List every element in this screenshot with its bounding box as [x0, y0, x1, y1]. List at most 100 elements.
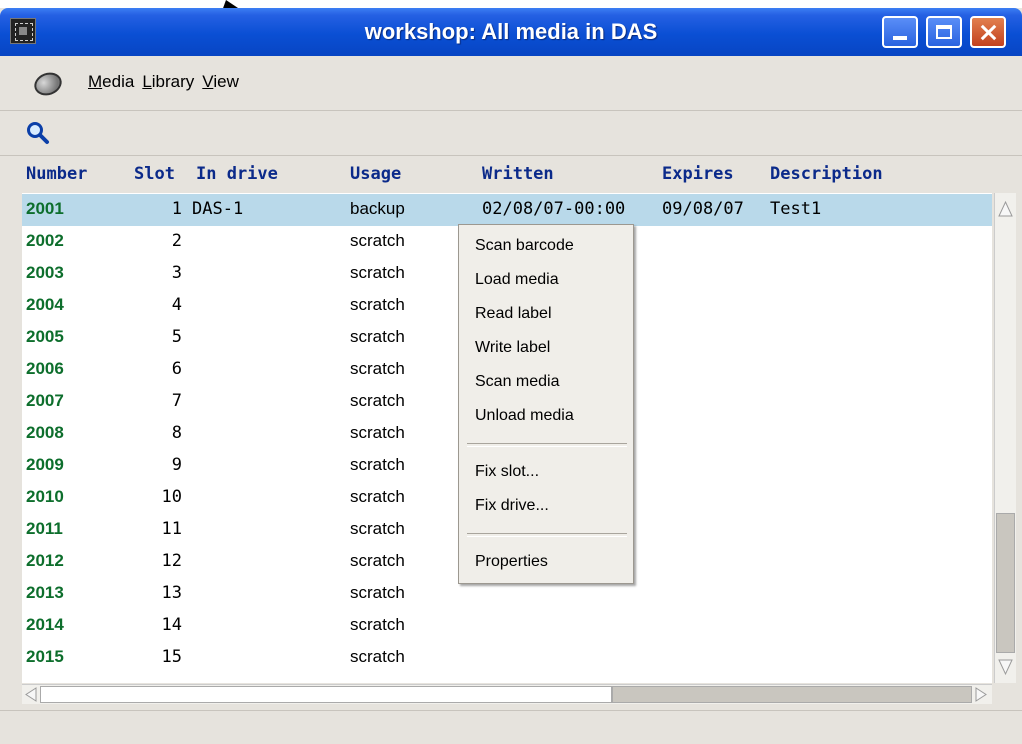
context-menu: Scan barcode Load media Read label Write la…	[458, 224, 634, 584]
context-menu-item[interactable]: Properties	[475, 553, 548, 571]
cell-number: 2005	[26, 327, 64, 346]
cell-usage: scratch	[350, 359, 405, 378]
column-header-description[interactable]: Description	[770, 164, 883, 184]
app-logo-icon	[31, 68, 65, 100]
cell-number: 2001	[26, 199, 64, 218]
context-menu-separator	[467, 443, 627, 447]
cell-number: 2015	[26, 647, 64, 666]
cell-expires: 09/08/07	[662, 199, 744, 219]
cell-usage: scratch	[350, 551, 405, 570]
cell-number: 2014	[26, 615, 64, 634]
cell-description: Test1	[770, 199, 822, 219]
cell-slot: 5	[171, 327, 182, 347]
cell-usage: scratch	[350, 615, 405, 634]
table-row[interactable]: 2015 15 scratch	[22, 642, 992, 674]
cell-usage: scratch	[350, 455, 405, 474]
cell-usage: scratch	[350, 295, 405, 314]
menu-label: ibrary	[151, 72, 195, 91]
cell-slot: 13	[161, 583, 182, 603]
close-button[interactable]	[970, 16, 1006, 48]
status-bar	[0, 710, 1022, 744]
context-menu-item[interactable]: Scan media	[475, 373, 560, 391]
maximize-button[interactable]	[926, 16, 962, 48]
context-menu-item[interactable]: Unload media	[475, 407, 574, 425]
toolbar	[0, 111, 1022, 156]
menu-label: edia	[102, 72, 135, 91]
horizontal-scroll-thumb[interactable]	[40, 686, 612, 703]
scroll-up-arrow-icon[interactable]	[997, 199, 1014, 219]
cell-usage: scratch	[350, 647, 405, 666]
cell-number: 2012	[26, 551, 64, 570]
cell-usage: scratch	[350, 519, 405, 538]
cell-number: 2008	[26, 423, 64, 442]
cell-usage: scratch	[350, 391, 405, 410]
cell-slot: 3	[171, 263, 182, 283]
cell-usage: scratch	[350, 327, 405, 346]
cell-number: 2002	[26, 231, 64, 250]
context-menu-item[interactable]: Fix slot...	[475, 463, 539, 481]
app-window: workshop: All media in DAS Media Library V…	[0, 8, 1022, 744]
cell-number: 2006	[26, 359, 64, 378]
context-menu-item[interactable]: Read label	[475, 305, 552, 323]
context-menu-separator	[467, 533, 627, 537]
cell-written: 02/08/07-00:00	[482, 199, 626, 219]
cell-slot: 1	[171, 199, 182, 219]
cell-usage: backup	[350, 199, 405, 218]
column-header-number[interactable]: Number	[26, 164, 87, 184]
menu-accelerator: L	[142, 72, 152, 91]
cell-slot: 11	[161, 519, 182, 539]
cell-number: 2010	[26, 487, 64, 506]
column-header-usage[interactable]: Usage	[350, 164, 401, 184]
cell-usage: scratch	[350, 583, 405, 602]
column-header-written[interactable]: Written	[482, 164, 554, 184]
column-header-expires[interactable]: Expires	[662, 164, 734, 184]
cell-usage: scratch	[350, 487, 405, 506]
cell-slot: 8	[171, 423, 182, 443]
cell-slot: 15	[161, 647, 182, 667]
scroll-right-arrow-icon[interactable]	[974, 687, 988, 702]
table-row[interactable]: 2001 1 DAS-1 backup 02/08/07-00:00 09/08/07 Te…	[22, 194, 992, 226]
cell-slot: 12	[161, 551, 182, 571]
scroll-down-arrow-icon[interactable]	[997, 657, 1014, 677]
scroll-left-arrow-icon[interactable]	[24, 687, 38, 702]
column-header-slot[interactable]: Slot	[134, 164, 175, 184]
window-title: workshop: All media in DAS	[364, 19, 658, 44]
menu-label: iew	[213, 72, 239, 91]
cell-slot: 9	[171, 455, 182, 475]
cell-slot: 6	[171, 359, 182, 379]
cell-in-drive: DAS-1	[192, 199, 244, 219]
menu-accelerator: V	[202, 72, 214, 91]
menu-library[interactable]: Library	[142, 72, 194, 92]
vertical-scroll-thumb[interactable]	[996, 513, 1015, 653]
cell-number: 2003	[26, 263, 64, 282]
list-header: Number Slot In drive Usage Written Expir…	[0, 158, 1022, 190]
menu-bar: Media Library View	[0, 56, 1022, 111]
context-menu-item[interactable]: Load media	[475, 271, 559, 289]
horizontal-scroll-track[interactable]	[612, 686, 972, 703]
cell-number: 2007	[26, 391, 64, 410]
title-bar[interactable]: workshop: All media in DAS	[0, 8, 1022, 56]
cell-usage: scratch	[350, 423, 405, 442]
column-header-in-drive[interactable]: In drive	[196, 164, 278, 184]
search-icon[interactable]	[25, 120, 51, 146]
cell-usage: scratch	[350, 263, 405, 282]
menu-media[interactable]: Media	[88, 72, 134, 92]
table-row[interactable]: 2014 14 scratch	[22, 610, 992, 642]
cell-slot: 14	[161, 615, 182, 635]
minimize-button[interactable]	[882, 16, 918, 48]
cell-number: 2013	[26, 583, 64, 602]
context-menu-item[interactable]: Write label	[475, 339, 550, 357]
vertical-scrollbar[interactable]	[994, 193, 1016, 683]
cell-number: 2009	[26, 455, 64, 474]
cell-usage: scratch	[350, 231, 405, 250]
context-menu-item[interactable]: Fix drive...	[475, 497, 549, 515]
cell-slot: 2	[171, 231, 182, 251]
menu-view[interactable]: View	[202, 72, 239, 92]
context-menu-item[interactable]: Scan barcode	[475, 237, 574, 255]
horizontal-scrollbar[interactable]	[22, 684, 992, 704]
cell-number: 2011	[26, 519, 63, 538]
cell-number: 2004	[26, 295, 64, 314]
cell-slot: 7	[171, 391, 182, 411]
cell-slot: 4	[171, 295, 182, 315]
cell-slot: 10	[161, 487, 182, 507]
